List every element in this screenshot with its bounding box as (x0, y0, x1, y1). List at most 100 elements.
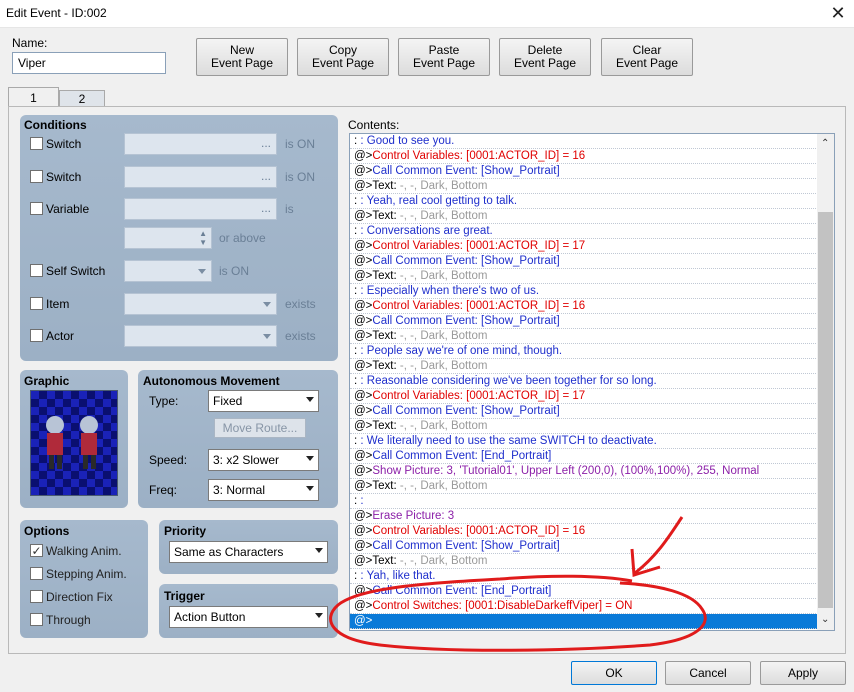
toolbar-button-new[interactable]: New Event Page (196, 38, 288, 76)
option-label: Through (46, 613, 91, 627)
chevron-down-icon (306, 456, 314, 461)
list-item[interactable]: @>Control Variables: [0001:ACTOR_ID] = 1… (350, 149, 834, 164)
self-switch-label: Self Switch (46, 264, 106, 278)
option-label: Direction Fix (46, 590, 113, 604)
line-text: Call Common Event: [Show_Portrait] (372, 315, 560, 327)
variable-field[interactable]: ... (124, 198, 277, 220)
list-item[interactable]: : : People say we're of one mind, though… (350, 344, 834, 359)
list-item[interactable]: @>Text: -, -, Dark, Bottom (350, 479, 834, 494)
character-sprite-icon (46, 416, 98, 469)
list-item[interactable]: @>Text: -, -, Dark, Bottom (350, 329, 834, 344)
line-text: -, -, Dark, Bottom (396, 360, 488, 372)
type-select[interactable]: Fixed (208, 390, 319, 412)
priority-select[interactable]: Same as Characters (169, 541, 328, 563)
self-switch-checkbox[interactable] (30, 264, 43, 277)
option-checkbox[interactable] (30, 590, 43, 603)
list-item[interactable]: : : Good to see you. (350, 134, 834, 149)
item-select[interactable] (124, 293, 277, 315)
list-item[interactable]: @>Text: -, -, Dark, Bottom (350, 419, 834, 434)
line-text: -, -, Dark, Bottom (396, 480, 488, 492)
line-text: -, -, Dark, Bottom (396, 330, 488, 342)
item-checkbox[interactable] (30, 297, 43, 310)
list-item[interactable]: : : We literally need to use the same SW… (350, 434, 834, 449)
option-checkbox[interactable] (30, 613, 43, 626)
list-item[interactable]: : : Especially when there's two of us. (350, 284, 834, 299)
list-item[interactable]: @>Text: -, -, Dark, Bottom (350, 209, 834, 224)
line-prefix: @>Text: (354, 210, 397, 222)
line-prefix: @> (354, 315, 373, 327)
option-checkbox[interactable] (30, 544, 43, 557)
line-text: -, -, Dark, Bottom (396, 270, 488, 282)
apply-button[interactable]: Apply (760, 661, 846, 685)
actor-select[interactable] (124, 325, 277, 347)
switch2-field[interactable]: ... (124, 166, 277, 188)
self-switch-select[interactable] (124, 260, 212, 282)
trigger-select[interactable]: Action Button (169, 606, 328, 628)
line-text: : Especially when there's two of us. (357, 285, 540, 297)
variable-checkbox[interactable] (30, 202, 43, 215)
movement-title: Autonomous Movement (143, 374, 280, 388)
scroll-up-icon[interactable]: ⌃ (821, 138, 829, 149)
name-input[interactable]: Viper (12, 52, 166, 74)
list-item[interactable]: : : Yeah, real cool getting to talk. (350, 194, 834, 209)
scroll-down-icon[interactable]: ⌄ (821, 614, 829, 625)
chevron-down-icon (263, 334, 271, 339)
line-prefix: @> (354, 465, 373, 477)
item-suffix: exists (285, 297, 316, 311)
list-item[interactable]: @>Control Variables: [0001:ACTOR_ID] = 1… (350, 239, 834, 254)
chevron-down-icon (198, 269, 206, 274)
priority-value: Same as Characters (174, 545, 284, 559)
tab-2[interactable]: 2 (59, 90, 105, 107)
character-graphic[interactable] (30, 390, 118, 496)
switch1-checkbox[interactable] (30, 137, 43, 150)
list-item[interactable]: @>Show Picture: 3, 'Tutorial01', Upper L… (350, 464, 834, 479)
list-item[interactable]: @>Call Common Event: [Show_Portrait] (350, 254, 834, 269)
speed-label: Speed: (149, 453, 188, 467)
toolbar-button-copy[interactable]: Copy Event Page (297, 38, 389, 76)
scrollbar-thumb[interactable] (818, 212, 833, 608)
list-item[interactable]: : : Conversations are great. (350, 224, 834, 239)
variable-value-spinner[interactable]: ▲ ▼ (124, 227, 212, 249)
switch1-field[interactable]: ... (124, 133, 277, 155)
list-item[interactable]: @>Control Variables: [0001:ACTOR_ID] = 1… (350, 389, 834, 404)
freq-select[interactable]: 3: Normal (208, 479, 319, 501)
line-text: Call Common Event: [Show_Portrait] (372, 255, 560, 267)
toolbar-button-paste[interactable]: Paste Event Page (398, 38, 490, 76)
ok-button[interactable]: OK (571, 661, 657, 685)
options-title: Options (24, 524, 70, 538)
speed-select[interactable]: 3: x2 Slower (208, 449, 319, 471)
toolbar-button-delete[interactable]: Delete Event Page (499, 38, 591, 76)
line-prefix: @>Text: (354, 360, 397, 372)
list-item[interactable]: @>Control Variables: [0001:ACTOR_ID] = 1… (350, 299, 834, 314)
trigger-value: Action Button (174, 610, 246, 624)
switch1-label: Switch (46, 137, 82, 151)
line-text: Call Common Event: [End_Portrait] (372, 450, 552, 462)
conditions-title: Conditions (24, 118, 87, 132)
option-checkbox[interactable] (30, 567, 43, 580)
priority-title: Priority (164, 524, 207, 538)
tab-1[interactable]: 1 (8, 87, 59, 107)
variable-above-label: or above (219, 231, 266, 245)
list-item[interactable]: : : Reasonable considering we've been to… (350, 374, 834, 389)
button-line2: Event Page (412, 56, 476, 70)
list-item[interactable]: @>Call Common Event: [Show_Portrait] (350, 314, 834, 329)
line-text: : Yeah, real cool getting to talk. (357, 195, 518, 207)
line-prefix: @>Text: (354, 270, 397, 282)
move-route-button[interactable]: Move Route... (214, 418, 306, 438)
cancel-button[interactable]: Cancel (665, 661, 751, 685)
list-item[interactable]: @>Call Common Event: [End_Portrait] (350, 449, 834, 464)
list-item[interactable]: @>Call Common Event: [Show_Portrait] (350, 404, 834, 419)
toolbar-button-clear[interactable]: Clear Event Page (601, 38, 693, 76)
list-item[interactable]: @>Text: -, -, Dark, Bottom (350, 359, 834, 374)
actor-checkbox[interactable] (30, 329, 43, 342)
list-item[interactable]: @>Text: -, -, Dark, Bottom (350, 179, 834, 194)
list-item[interactable]: @>Text: -, -, Dark, Bottom (350, 269, 834, 284)
list-item[interactable]: @>Call Common Event: [Show_Portrait] (350, 164, 834, 179)
close-icon[interactable]: ✕ (826, 2, 850, 24)
line-text: Call Common Event: [Show_Portrait] (372, 405, 560, 417)
switch2-checkbox[interactable] (30, 170, 43, 183)
line-prefix: @> (354, 240, 373, 252)
button-line2: Event Page (311, 56, 375, 70)
freq-label: Freq: (149, 483, 178, 497)
line-text: Control Variables: [0001:ACTOR_ID] = 17 (372, 390, 586, 402)
